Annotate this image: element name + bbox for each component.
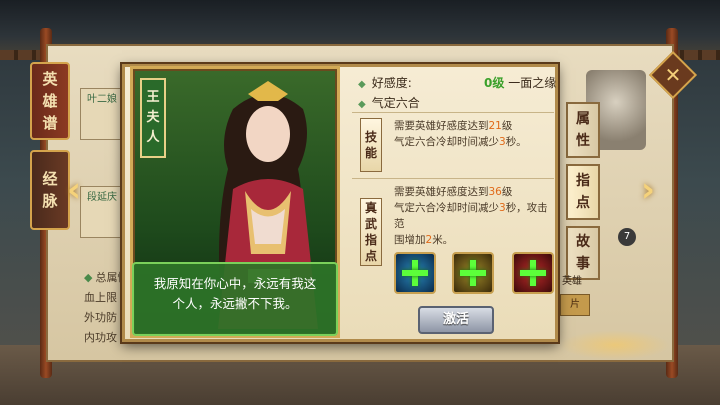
tab-story-char: 故: [576, 234, 590, 250]
hero-name-char: 人: [146, 130, 160, 145]
divider: [352, 178, 554, 179]
tab-attributes-char: 性: [576, 133, 590, 149]
tab-hero-list-char: 谱: [42, 114, 58, 132]
req-value: 3: [499, 136, 506, 148]
tab-hero-list[interactable]: 英 雄 谱: [30, 62, 70, 140]
req-text: 气定六合冷却时间减少: [394, 202, 499, 214]
req-value: 3: [499, 202, 506, 214]
hero-name-char: 夫: [146, 110, 160, 125]
req-text: 秒。: [505, 136, 527, 148]
zhenwu-requirement: 需要英雄好感度达到36级 气定六合冷却时间减少3秒，攻击范 围增加2米。: [394, 184, 554, 248]
favor-label-row: ◆ 好感度:: [358, 74, 412, 91]
plus-icon: [460, 260, 486, 286]
req-text: 需要英雄好感度达到: [394, 120, 489, 132]
skill-category-tag: 技 能: [360, 118, 382, 172]
bullet-icon: ◆: [358, 99, 366, 110]
favor-value-row: 0级 一面之缘: [484, 74, 556, 91]
hero-list-item[interactable]: 叶二娘: [80, 88, 124, 140]
divider: [352, 112, 554, 113]
hero-stub-label: 英雄: [562, 276, 582, 287]
zhenwu-category-char: 点: [364, 249, 377, 263]
activate-button[interactable]: 激活: [418, 306, 494, 334]
plus-icon: [520, 260, 546, 286]
tab-attributes-char: 属: [576, 111, 590, 127]
tab-guidance[interactable]: 指 点: [566, 164, 600, 220]
tab-guidance-char: 指: [576, 173, 590, 189]
req-text: 围增加: [394, 234, 426, 246]
guidance-slot[interactable]: [512, 252, 554, 294]
skill-requirement: 需要英雄好感度达到21级 气定六合冷却时间减少3秒。: [394, 118, 554, 150]
zhenwu-category-char: 武: [364, 217, 377, 231]
favor-level-name: 一面之缘: [508, 76, 557, 90]
bullet-icon: ◆: [358, 79, 366, 90]
skill-category-char: 技: [364, 130, 377, 144]
hero-list-item-label: 叶二娘: [87, 94, 117, 105]
favor-level-value: 0级: [484, 76, 505, 90]
guidance-slot[interactable]: [394, 252, 436, 294]
req-text: 级: [501, 120, 513, 132]
hero-name-char: 王: [146, 90, 160, 105]
tab-hero-list-char: 英: [42, 70, 58, 88]
tab-attributes[interactable]: 属 性: [566, 102, 600, 158]
tab-hero-list-char: 雄: [42, 92, 58, 110]
req-value: 21: [488, 120, 502, 132]
req-text: 米。: [432, 234, 454, 246]
next-hero-button[interactable]: ›: [630, 172, 666, 208]
previous-hero-button[interactable]: ‹: [56, 172, 92, 208]
hero-name-tag: 王 夫 人: [140, 78, 166, 158]
req-text: 需要英雄好感度达到: [394, 186, 489, 198]
shard-button[interactable]: 片: [560, 294, 590, 316]
zhenwu-category-char: 指: [364, 233, 377, 247]
zhenwu-category-tag: 真 武 指 点: [360, 198, 382, 266]
count-badge: 7: [618, 228, 636, 246]
hero-quote: 我原知在你心中，永远有我这个人，永远撇不下我。: [132, 262, 338, 336]
skill-name: 气定六合: [371, 96, 420, 110]
tab-guidance-char: 点: [576, 195, 590, 211]
favor-label: 好感度:: [371, 76, 412, 90]
req-value: 36: [488, 186, 502, 198]
close-icon: ✕: [664, 63, 682, 87]
guidance-slot[interactable]: [452, 252, 494, 294]
glow-effect: [560, 330, 670, 360]
req-text: 级: [501, 186, 513, 198]
plus-icon: [402, 260, 428, 286]
skill-category-char: 能: [364, 146, 377, 160]
zhenwu-category-char: 真: [364, 201, 377, 215]
req-text: 气定六合冷却时间减少: [394, 136, 499, 148]
bullet-icon: ◆: [84, 271, 93, 284]
skill-name-row: ◆ 气定六合: [358, 94, 420, 111]
